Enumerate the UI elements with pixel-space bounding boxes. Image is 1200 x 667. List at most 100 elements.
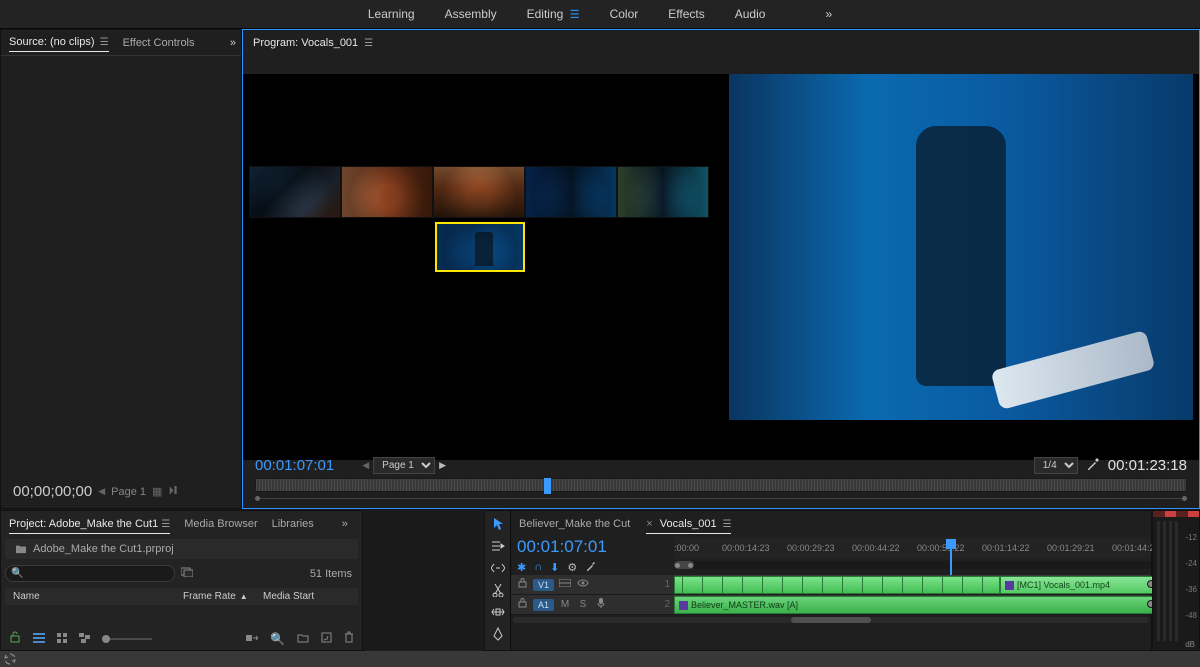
selection-tool-icon[interactable] <box>489 516 507 532</box>
filter-icon[interactable] <box>181 567 193 580</box>
track-a1-lane[interactable]: Believer_MASTER.wav [A] <box>674 595 1151 615</box>
search-icon: 🔍 <box>11 568 23 579</box>
libraries-tab[interactable]: Libraries <box>272 518 314 530</box>
razor-tool-icon[interactable] <box>489 582 507 598</box>
sequence-tab-believer[interactable]: Believer_Make the Cut <box>519 518 630 530</box>
lock-icon[interactable] <box>515 598 529 611</box>
solo-toggle[interactable]: S <box>576 599 590 610</box>
hamburger-icon[interactable]: ☰ <box>364 38 373 49</box>
tabs-overflow[interactable]: » <box>342 518 348 530</box>
col-name[interactable]: Name <box>13 591 183 602</box>
hamburger-icon[interactable]: ☰ <box>720 519 732 530</box>
grid-icon[interactable]: ▦ <box>152 485 162 498</box>
project-search-input[interactable] <box>5 565 175 582</box>
page-prev-icon[interactable]: ◀ <box>98 486 105 497</box>
timeline-playhead[interactable] <box>946 539 956 549</box>
new-bin-icon[interactable] <box>297 632 309 646</box>
multicam-angle-selected[interactable] <box>435 222 525 272</box>
program-duration-timecode[interactable]: 00:01:23:18 <box>1108 457 1187 474</box>
page-prev-icon[interactable]: ◀ <box>362 460 369 471</box>
workspace-learning[interactable]: Learning <box>368 7 415 21</box>
v1-source-patch[interactable]: V1 <box>533 579 554 591</box>
fx-badge-icon <box>1005 581 1014 590</box>
marker-icon[interactable]: ⬇ <box>550 561 559 575</box>
settings-wrench-icon[interactable] <box>1086 457 1100 474</box>
icon-view-icon[interactable] <box>57 632 67 646</box>
page-next-icon[interactable]: ▶ <box>439 460 446 471</box>
wrench-icon[interactable] <box>585 561 596 575</box>
audio-meters[interactable]: -12 -24 -36 -48 dB <box>1152 510 1200 651</box>
voiceover-icon[interactable] <box>594 598 608 611</box>
col-framerate[interactable]: Frame Rate ▲ <box>183 591 263 602</box>
lock-icon[interactable] <box>515 578 529 591</box>
hamburger-icon[interactable]: ☰ <box>567 9 580 21</box>
db-label: dB <box>1185 640 1195 649</box>
track-header-v1[interactable]: V1 1 <box>511 575 674 595</box>
program-playhead[interactable] <box>544 478 551 494</box>
list-view-icon[interactable] <box>33 632 45 646</box>
page-select[interactable]: Page 1 <box>373 457 435 474</box>
automate-sequence-icon[interactable] <box>246 632 258 646</box>
program-viewer[interactable] <box>243 74 1199 460</box>
source-tab[interactable]: Source: (no clips) ☰ <box>9 36 109 52</box>
multicam-angle-3[interactable] <box>433 166 525 218</box>
timeline-zoom-bar[interactable] <box>674 561 1151 569</box>
multicam-grid[interactable] <box>249 166 711 360</box>
hamburger-icon[interactable]: ☰ <box>100 37 109 48</box>
program-tab[interactable]: Program: Vocals_001 <box>253 37 358 49</box>
program-ruler[interactable] <box>255 478 1187 492</box>
video-clip-multicam[interactable] <box>674 576 1000 594</box>
sequence-tab-vocals[interactable]: × Vocals_001 ☰ <box>646 518 731 534</box>
multicam-angle-5[interactable] <box>617 166 709 218</box>
source-timecode[interactable]: 00;00;00;00 <box>13 483 92 500</box>
tabs-overflow[interactable]: » <box>230 37 233 49</box>
settings-icon[interactable]: ⚙ <box>567 561 577 575</box>
workspace-audio[interactable]: Audio <box>735 7 766 21</box>
workspace-overflow[interactable]: » <box>825 7 832 21</box>
hamburger-icon[interactable]: ☰ <box>161 519 170 530</box>
timeline-ruler[interactable]: :00:00 00:00:14:23 00:00:29:23 00:00:44:… <box>674 537 1151 559</box>
linked-selection-icon[interactable]: ∩ <box>534 561 542 575</box>
resolution-select[interactable]: 1/4 <box>1034 457 1078 474</box>
track-v1-lane[interactable]: [MC1] Vocals_001.mp4 <box>674 575 1151 595</box>
snap-icon[interactable]: ✱ <box>517 561 526 575</box>
timeline-playhead-timecode[interactable]: 00:01:07:01 <box>517 537 674 557</box>
workspace-color[interactable]: Color <box>610 7 639 21</box>
freeform-view-icon[interactable] <box>79 632 90 646</box>
track-header-a1[interactable]: A1 M S 2 <box>511 595 674 615</box>
slip-tool-icon[interactable] <box>489 604 507 620</box>
multicam-angle-1[interactable] <box>249 166 341 218</box>
scrollbar-thumb[interactable] <box>791 617 871 623</box>
track-output-toggle[interactable] <box>558 579 572 590</box>
program-tabs: Program: Vocals_001 ☰ <box>243 30 1199 56</box>
effect-controls-tab[interactable]: Effect Controls <box>123 37 195 49</box>
pen-tool-icon[interactable] <box>489 626 507 642</box>
col-mediastart[interactable]: Media Start <box>263 591 350 602</box>
timeline-scrollbar[interactable] <box>513 617 1149 623</box>
zoom-handle-right[interactable] <box>1182 496 1187 501</box>
sync-icon[interactable] <box>4 653 16 665</box>
project-tab[interactable]: Project: Adobe_Make the Cut1 ☰ <box>9 518 170 534</box>
project-bin-path[interactable]: Adobe_Make the Cut1.prproj <box>5 539 358 559</box>
project-tabs: Project: Adobe_Make the Cut1 ☰ Media Bro… <box>1 511 362 537</box>
multicam-angle-4[interactable] <box>525 166 617 218</box>
trash-icon[interactable] <box>344 631 354 646</box>
step-icon[interactable]: ⏵❙ <box>168 485 177 498</box>
writable-toggle-icon[interactable] <box>9 631 21 646</box>
mute-toggle[interactable]: M <box>558 599 572 610</box>
new-item-icon[interactable] <box>321 632 332 646</box>
find-icon[interactable]: 🔍 <box>270 632 285 646</box>
eye-icon[interactable] <box>576 579 590 590</box>
a1-source-patch[interactable]: A1 <box>533 599 554 611</box>
audio-clip[interactable]: Believer_MASTER.wav [A] <box>674 596 1188 614</box>
workspace-assembly[interactable]: Assembly <box>445 7 497 21</box>
media-browser-tab[interactable]: Media Browser <box>184 518 257 530</box>
track-select-tool-icon[interactable] <box>489 538 507 554</box>
program-playhead-timecode[interactable]: 00:01:07:01 <box>255 457 334 474</box>
close-icon[interactable]: × <box>646 518 652 530</box>
multicam-angle-2[interactable] <box>341 166 433 218</box>
workspace-editing[interactable]: Editing ☰ <box>527 7 580 21</box>
thumbnail-size-slider[interactable] <box>102 638 152 640</box>
workspace-effects[interactable]: Effects <box>668 7 704 21</box>
ripple-edit-tool-icon[interactable] <box>489 560 507 576</box>
